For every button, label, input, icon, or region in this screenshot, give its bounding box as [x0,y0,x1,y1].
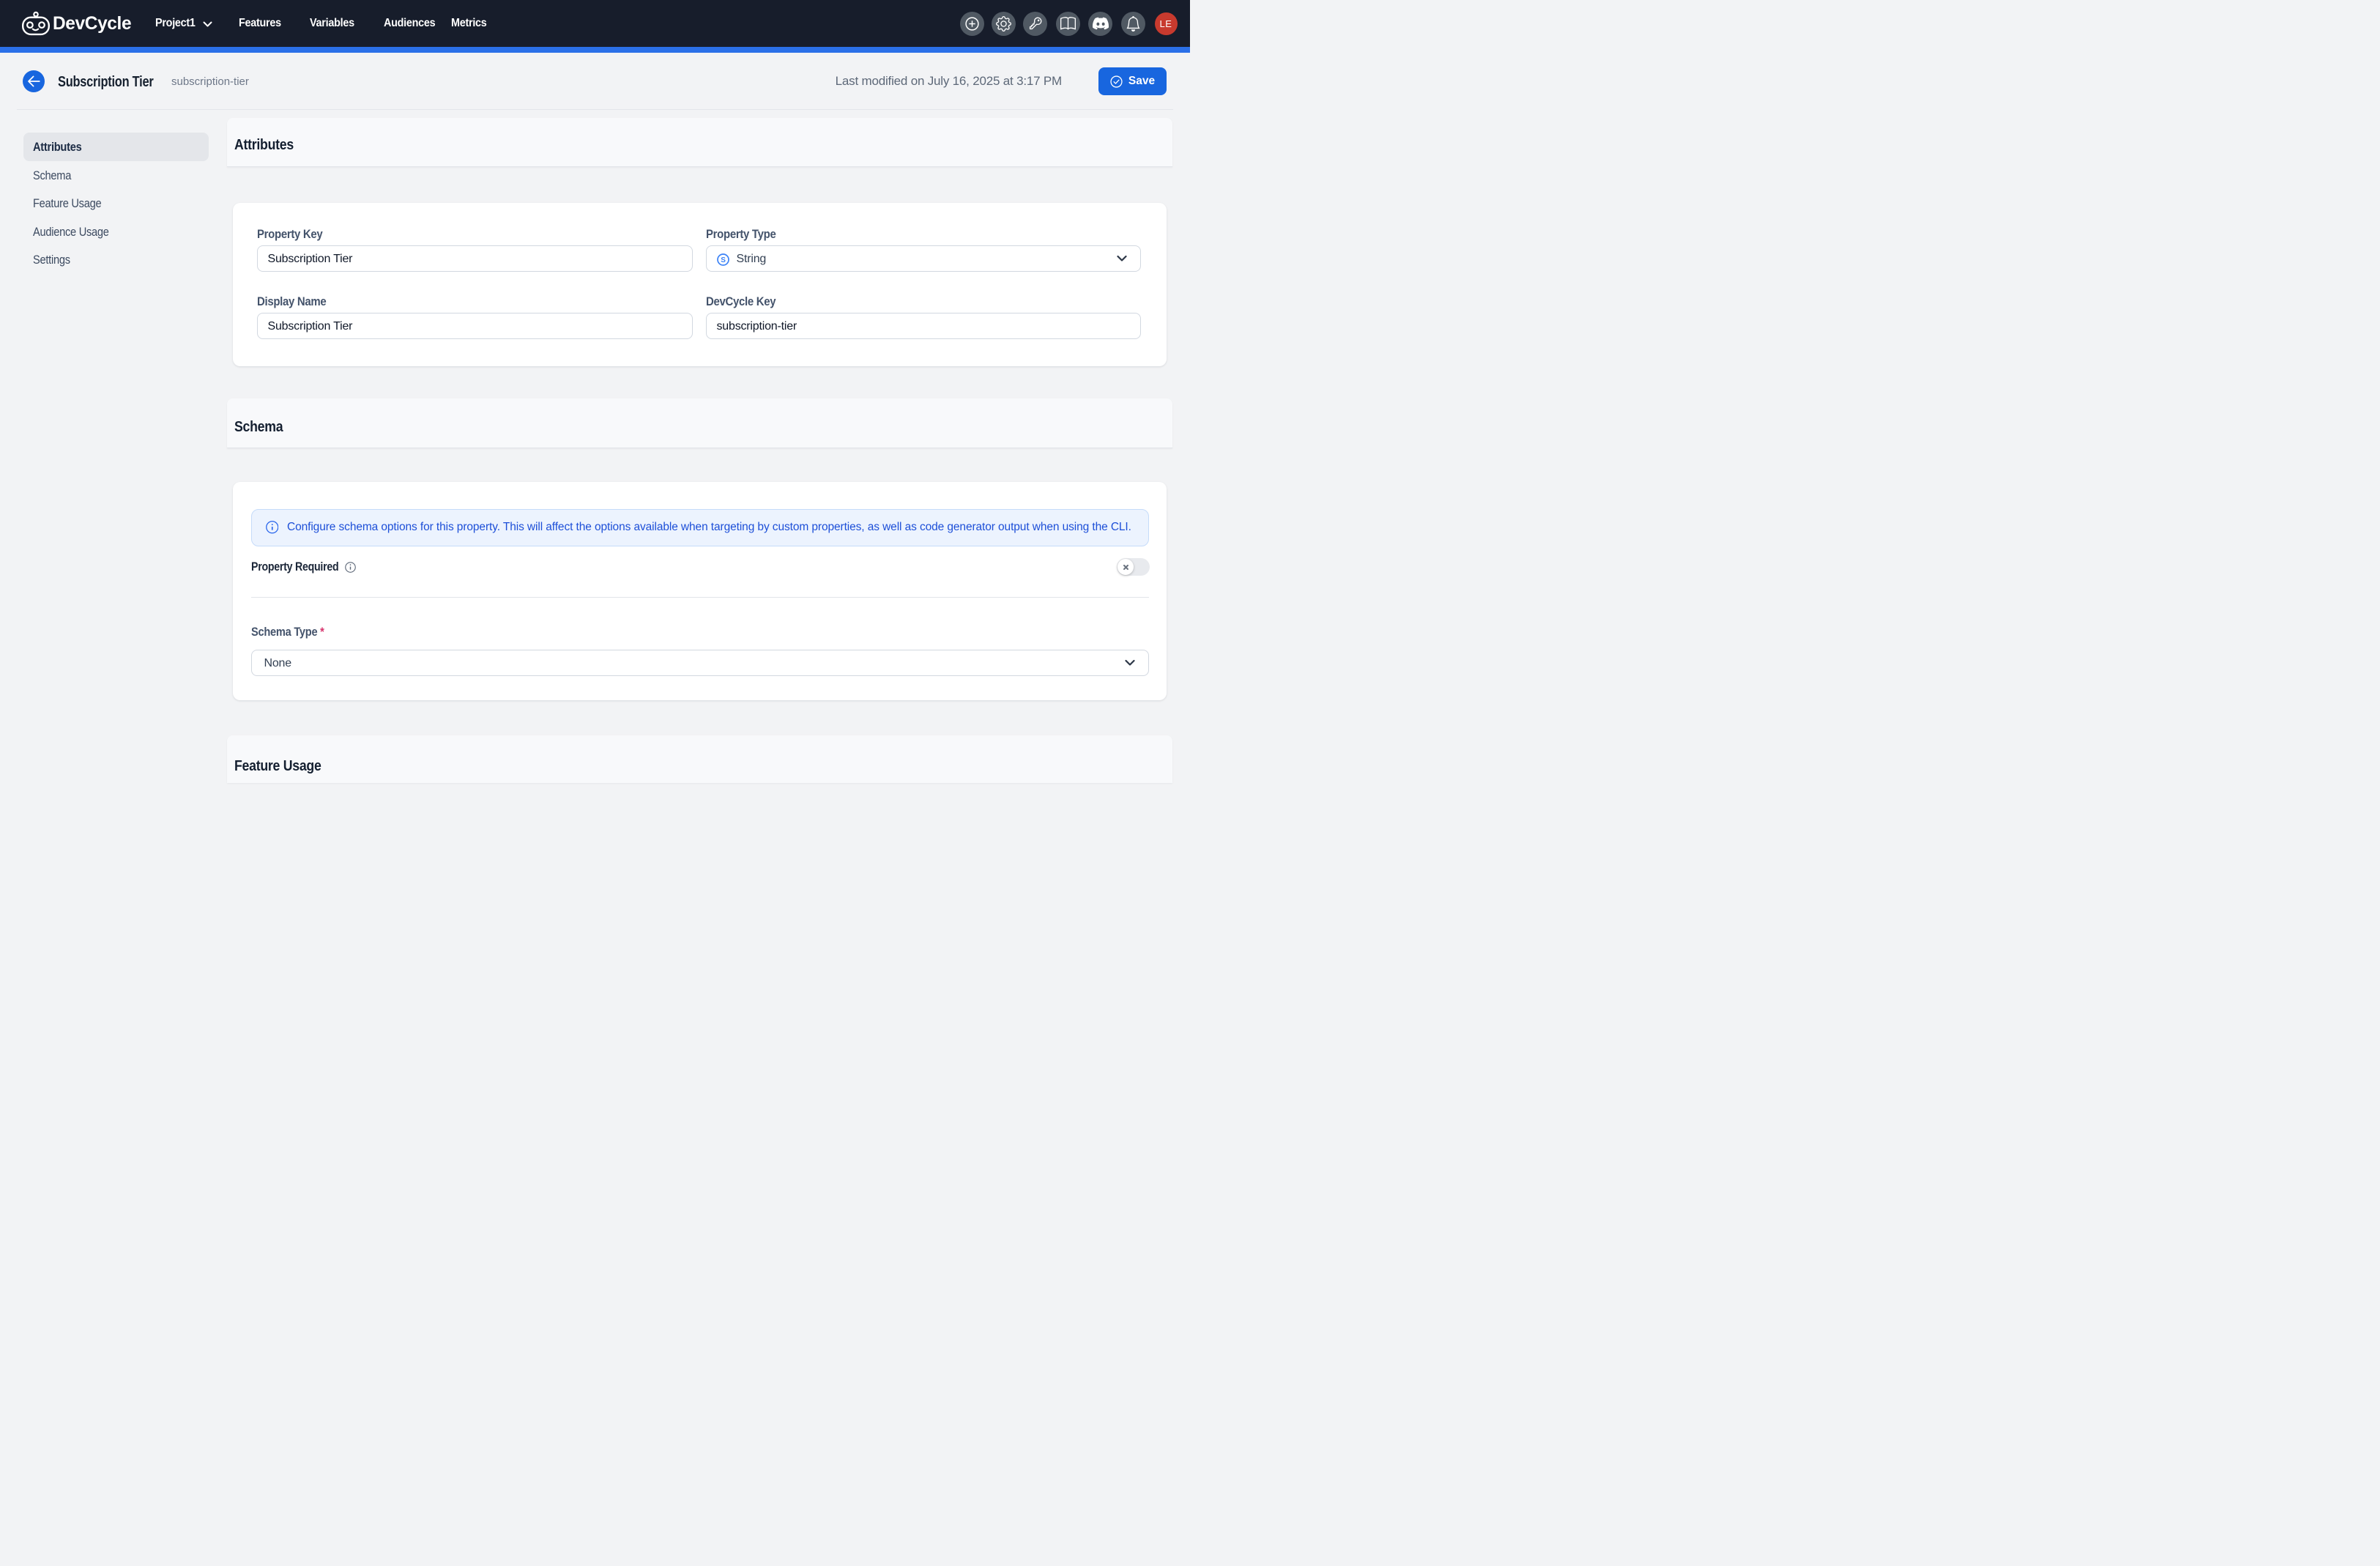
svg-text:S: S [721,256,726,264]
